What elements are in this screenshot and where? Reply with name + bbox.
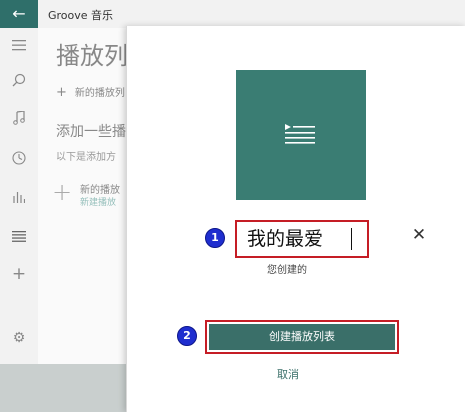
playlist-name-highlight [235, 220, 369, 258]
large-plus-icon: + [52, 178, 73, 206]
cancel-button[interactable]: 取消 [277, 366, 299, 382]
close-icon: ✕ [411, 225, 427, 245]
step-badge-1: 1 [205, 228, 225, 248]
clear-input-button[interactable]: ✕ [411, 225, 427, 245]
hamburger-icon[interactable] [0, 40, 38, 51]
playlist-icon [285, 124, 315, 144]
new-playlist-label: 新的播放列 [74, 88, 125, 99]
create-button-highlight: 创建播放列表 [205, 320, 399, 354]
recent-clock-icon[interactable] [0, 151, 38, 165]
search-icon[interactable] [0, 73, 38, 87]
text-caret [351, 228, 352, 250]
section-heading: 添加一些播 [56, 124, 126, 140]
playlist-cover-art [236, 70, 366, 200]
settings-icon[interactable]: ⚙ [0, 330, 38, 346]
music-note-icon[interactable] [0, 111, 38, 125]
back-arrow-icon: ← [12, 4, 26, 23]
charts-icon[interactable] [0, 190, 38, 204]
playlist-name-input[interactable] [247, 226, 357, 248]
create-playlist-button[interactable]: 创建播放列表 [209, 324, 395, 350]
add-icon[interactable]: + [0, 264, 38, 284]
new-playlist-card-subtitle: 新建播放 [80, 198, 117, 208]
new-playlist-link[interactable]: + 新的播放列 [56, 84, 125, 100]
app-title: Groove 音乐 [48, 9, 114, 22]
back-button[interactable]: ← [0, 0, 38, 28]
navigation-rail: + ⚙ [0, 28, 38, 364]
create-playlist-dialog: 1 ✕ 您创建的 2 创建播放列表 取消 [126, 26, 465, 412]
title-bar: ← Groove 音乐 [0, 0, 465, 28]
step-badge-2: 2 [177, 326, 197, 346]
playlist-icon[interactable] [0, 231, 38, 242]
owner-label: 您创建的 [267, 265, 307, 276]
plus-icon: + [56, 85, 67, 100]
section-description: 以下是添加方 [56, 152, 116, 163]
page-title: 播放列 [56, 42, 128, 70]
new-playlist-card-title: 新的播放 [80, 185, 120, 196]
